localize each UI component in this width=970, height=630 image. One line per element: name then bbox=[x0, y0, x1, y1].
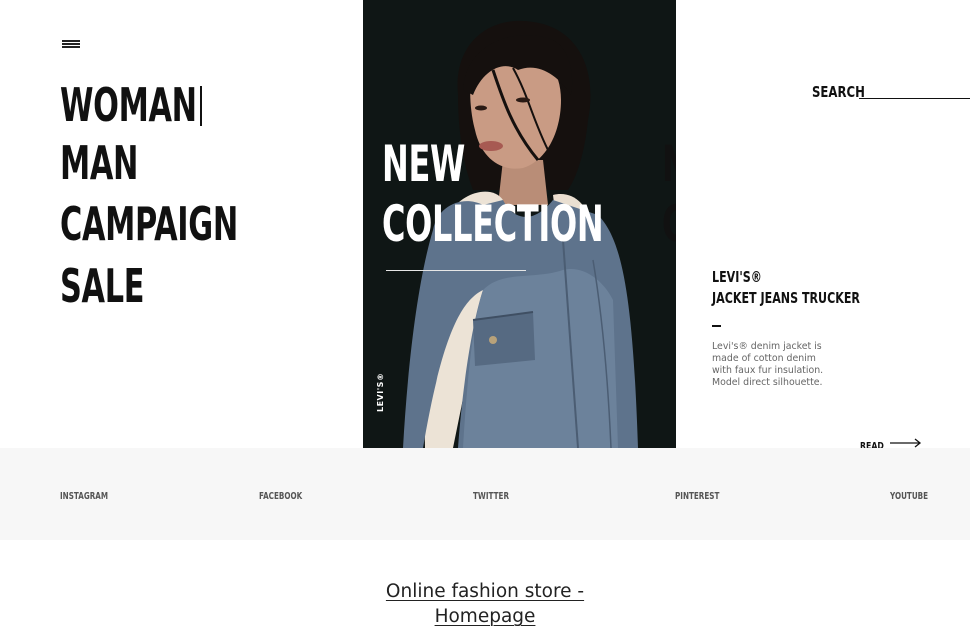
social-bar: INSTAGRAM FACEBOOK TWITTER PINTEREST YOU… bbox=[0, 448, 970, 540]
text-cursor bbox=[200, 86, 202, 126]
product-brand: LEVI'S® bbox=[712, 268, 779, 287]
nav-item-label: CAMPAIGN bbox=[60, 197, 238, 251]
hero-divider bbox=[386, 270, 526, 271]
product-name-text: JACKET JEANS TRUCKER bbox=[712, 289, 860, 307]
social-link-label: TWITTER bbox=[473, 491, 509, 502]
social-link-instagram[interactable]: INSTAGRAM bbox=[60, 486, 127, 502]
social-link-label: YOUTUBE bbox=[890, 491, 929, 502]
social-link-pinterest[interactable]: PINTEREST bbox=[675, 486, 737, 502]
next-slide-title-text: C bbox=[662, 196, 676, 252]
nav-item-woman[interactable]: WOMAN bbox=[60, 80, 267, 130]
nav-item-label: MAN bbox=[60, 136, 139, 190]
next-slide-title-text: N bbox=[662, 136, 676, 192]
nav-item-label: WOMAN bbox=[60, 78, 197, 132]
product-description: Levi's® denim jacket is made of cotton d… bbox=[712, 341, 824, 388]
nav-item-campaign[interactable]: CAMPAIGN bbox=[60, 199, 330, 249]
hero-title-text: COLLECTION bbox=[382, 195, 604, 253]
hero-brand-vertical: LEVI'S® bbox=[376, 372, 385, 412]
hero-title-line: NEW bbox=[382, 136, 512, 192]
hamburger-line bbox=[62, 40, 80, 42]
hamburger-line bbox=[62, 43, 80, 45]
search-input[interactable] bbox=[859, 84, 970, 99]
social-link-label: FACEBOOK bbox=[259, 491, 303, 502]
caption-link[interactable]: Online fashion store - Homepage bbox=[385, 579, 585, 629]
search-label-text: SEARCH bbox=[812, 83, 865, 101]
social-link-label: INSTAGRAM bbox=[60, 491, 109, 502]
hero-title-line: COLLECTION bbox=[382, 196, 676, 252]
nav-item-sale[interactable]: SALE bbox=[60, 261, 187, 311]
hamburger-icon[interactable] bbox=[62, 40, 80, 49]
social-link-label: PINTEREST bbox=[675, 491, 720, 502]
hero-title-text: NEW bbox=[382, 135, 465, 193]
product-brand-text: LEVI'S® bbox=[712, 268, 762, 286]
hamburger-line bbox=[62, 46, 80, 48]
product-name: JACKET JEANS TRUCKER bbox=[712, 289, 912, 308]
arrow-right-icon bbox=[890, 438, 922, 448]
next-slide-title: C bbox=[662, 196, 676, 252]
nav-item-man[interactable]: MAN bbox=[60, 138, 178, 188]
social-link-twitter[interactable]: TWITTER bbox=[473, 486, 523, 502]
social-link-facebook[interactable]: FACEBOOK bbox=[259, 486, 319, 502]
next-slide-title: N bbox=[662, 136, 676, 192]
product-dash bbox=[712, 325, 721, 327]
social-link-youtube[interactable]: YOUTUBE bbox=[890, 486, 943, 502]
nav-item-label: SALE bbox=[60, 259, 145, 313]
hero-image[interactable]: NEW COLLECTION LEVI'S® bbox=[363, 0, 676, 448]
